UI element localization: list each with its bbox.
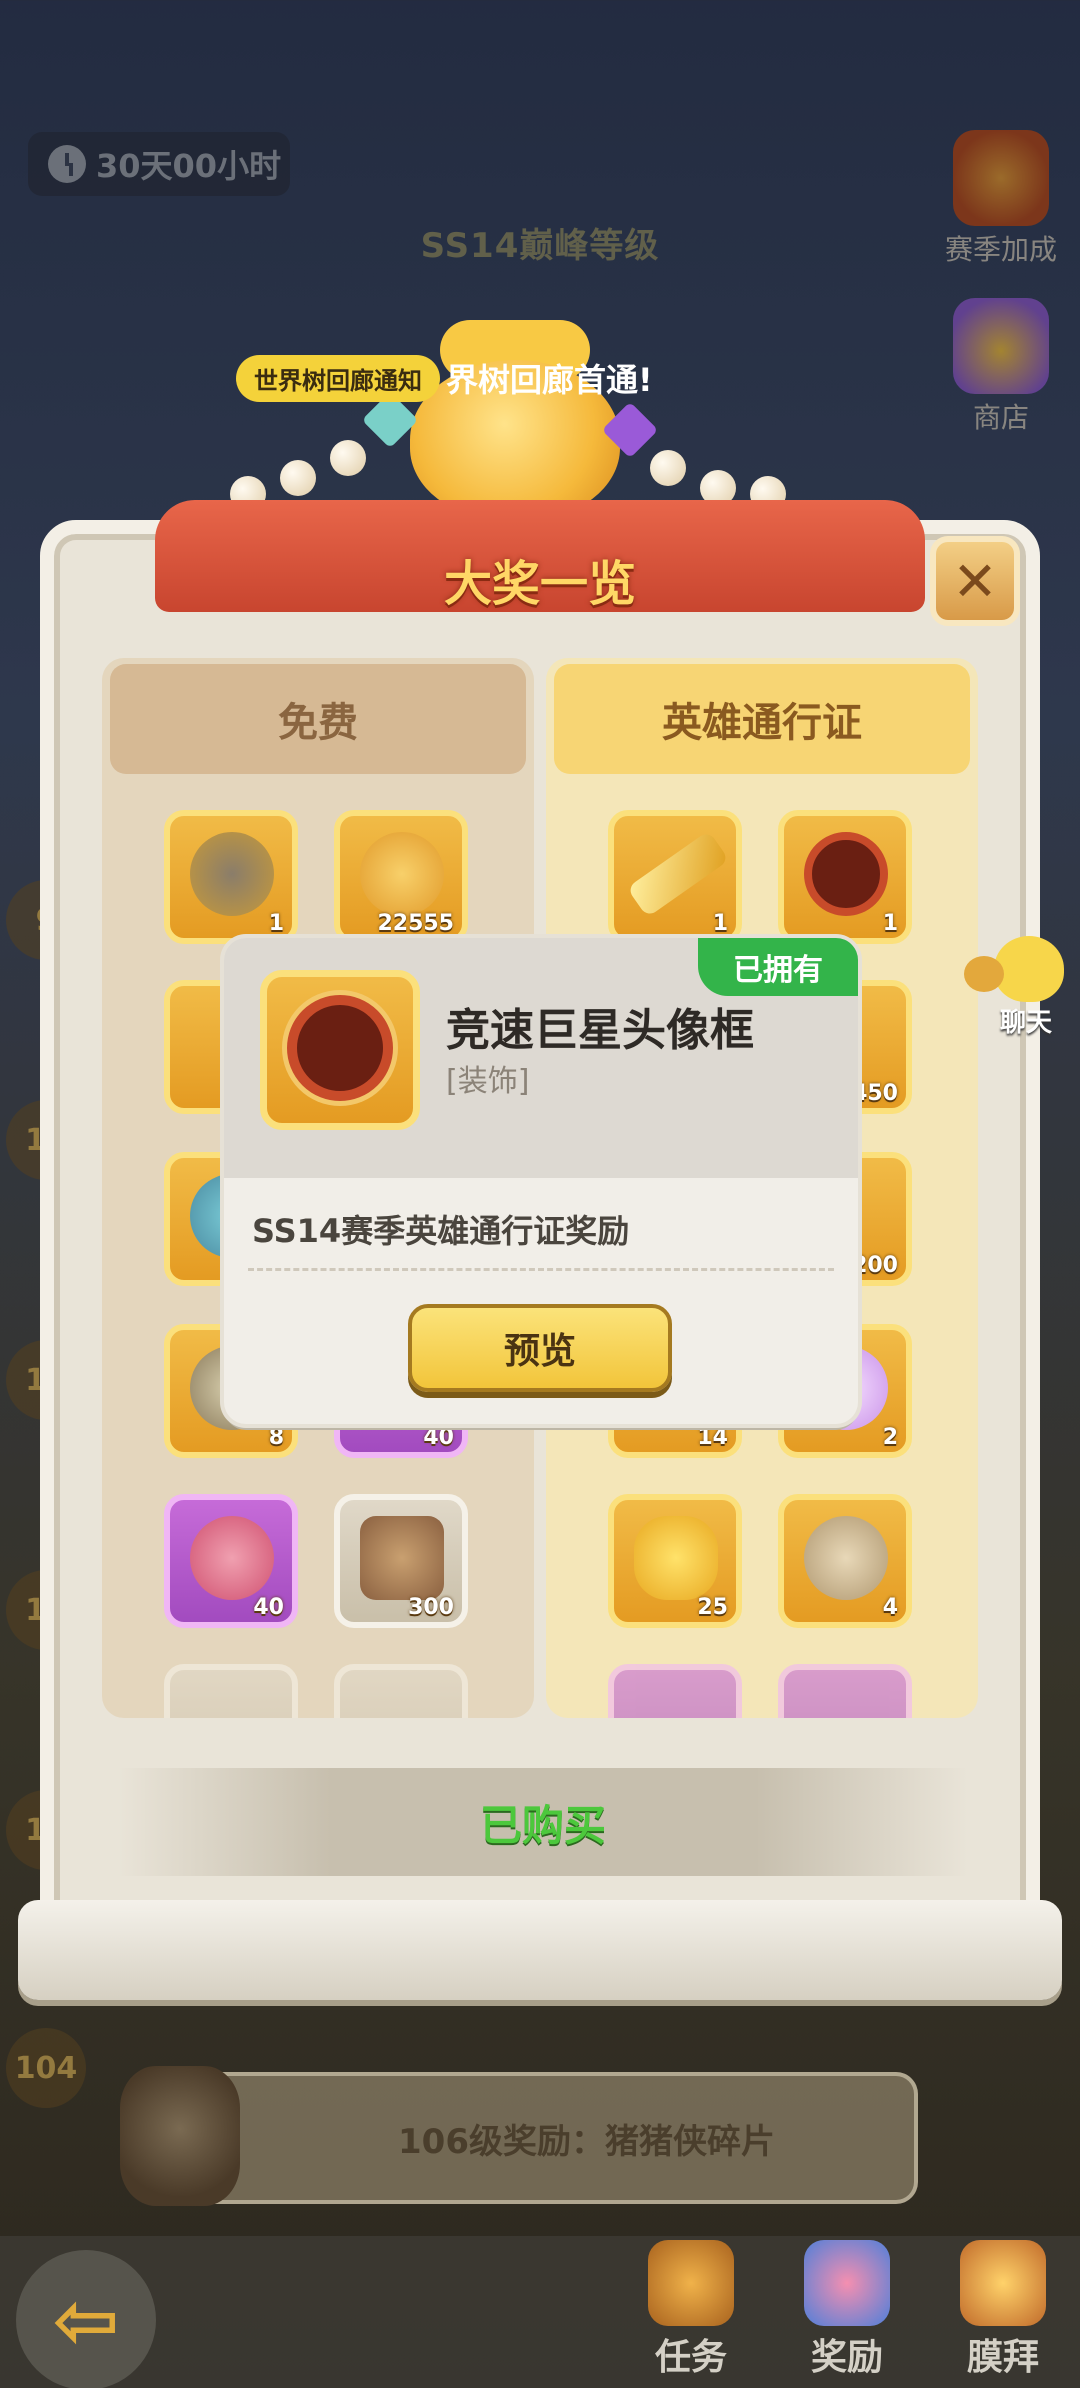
close-button[interactable]: ✕ bbox=[930, 536, 1020, 626]
level-reward-strip[interactable]: 106级奖励：猪猪侠碎片 bbox=[120, 2066, 918, 2206]
avatar-frame-icon bbox=[287, 995, 393, 1101]
free-header: 免费 bbox=[110, 664, 526, 774]
item-qty: 4 bbox=[882, 1595, 898, 1620]
reward-item[interactable]: 22555 bbox=[334, 810, 468, 944]
preview-button[interactable]: 预览 bbox=[408, 1304, 672, 1392]
item-qty: 8 bbox=[268, 1425, 284, 1450]
panel-base bbox=[18, 1900, 1062, 2000]
reward-item[interactable]: 25 bbox=[608, 1494, 742, 1628]
chat-bubble-icon bbox=[964, 936, 1064, 1002]
notice-tag: 世界树回廊通知 bbox=[236, 354, 440, 402]
item-qty: 200 bbox=[852, 1253, 898, 1278]
close-icon: ✕ bbox=[952, 549, 998, 613]
tab-worship[interactable]: 膜拜 bbox=[928, 2236, 1078, 2388]
reward-item[interactable]: 1 bbox=[164, 810, 298, 944]
item-qty: 25 bbox=[697, 1595, 728, 1620]
reward-item[interactable] bbox=[608, 1664, 742, 1718]
scroll-icon bbox=[360, 1516, 444, 1600]
tab-reward-label: 奖励 bbox=[810, 2337, 883, 2378]
tab-task[interactable]: 任务 bbox=[616, 2236, 766, 2388]
item-qty: 2 bbox=[882, 1425, 898, 1450]
radish-icon bbox=[634, 1516, 718, 1600]
item-qty: 40 bbox=[253, 1595, 284, 1620]
panel-title: 大奖一览 bbox=[443, 556, 636, 612]
pig-crystal-icon bbox=[190, 1516, 274, 1600]
coin-icon bbox=[360, 832, 444, 916]
item-qty: 14 bbox=[697, 1425, 728, 1450]
pass-header: 英雄通行证 bbox=[554, 664, 970, 774]
tab-worship-label: 膜拜 bbox=[966, 2337, 1039, 2378]
item-description: SS14赛季英雄通行证奖励 bbox=[252, 1212, 630, 1250]
item-qty: 40 bbox=[423, 1425, 454, 1450]
reward-item[interactable] bbox=[778, 1664, 912, 1718]
item-qty: 450 bbox=[852, 1081, 898, 1106]
item-type: [装饰] bbox=[446, 1064, 530, 1099]
reward-item[interactable]: 40 bbox=[164, 1494, 298, 1628]
chat-button[interactable]: 聊天 bbox=[964, 936, 1076, 1039]
pig-hero-icon bbox=[120, 2066, 240, 2206]
tab-task-label: 任务 bbox=[654, 2337, 727, 2378]
bust-statue-icon bbox=[804, 1516, 888, 1600]
owned-badge: 已拥有 bbox=[698, 938, 858, 996]
avatar-frame-icon bbox=[804, 832, 888, 916]
item-qty: 1 bbox=[712, 911, 728, 936]
back-button[interactable]: ⇦ bbox=[16, 2250, 156, 2388]
reward-item[interactable]: 300 bbox=[334, 1494, 468, 1628]
world-tree-notice: 世界树回廊通知 界树回廊首通! bbox=[236, 354, 653, 402]
item-qty: 1 bbox=[882, 911, 898, 936]
item-qty: 22555 bbox=[377, 911, 454, 936]
worship-icon bbox=[960, 2240, 1046, 2326]
notice-message: 界树回廊首通! bbox=[446, 361, 653, 399]
item-detail-popup: 已拥有 竞速巨星头像框 [装饰] SS14赛季英雄通行证奖励 预览 bbox=[224, 938, 858, 1424]
reward-item[interactable] bbox=[164, 1664, 298, 1718]
reward-item[interactable]: 1 bbox=[608, 810, 742, 944]
level-reward-text: 106级奖励：猪猪侠碎片 bbox=[398, 2121, 775, 2162]
reward-item[interactable]: 1 bbox=[778, 810, 912, 944]
reward-item[interactable]: 4 bbox=[778, 1494, 912, 1628]
sword-icon bbox=[626, 830, 730, 918]
chat-label: 聊天 bbox=[999, 1008, 1052, 1038]
gift-icon bbox=[804, 2240, 890, 2326]
popup-item-icon bbox=[260, 970, 420, 1130]
back-arrow-icon: ⇦ bbox=[52, 2273, 120, 2367]
medal-icon bbox=[190, 832, 274, 916]
treasure-bag-icon bbox=[230, 300, 786, 520]
tab-reward[interactable]: 奖励 bbox=[772, 2236, 922, 2388]
task-icon bbox=[648, 2240, 734, 2326]
divider bbox=[248, 1268, 834, 1271]
item-qty: 300 bbox=[408, 1595, 454, 1620]
item-name: 竞速巨星头像框 bbox=[446, 1005, 754, 1056]
purchased-label: 已购买 bbox=[118, 1768, 968, 1876]
reward-item[interactable] bbox=[334, 1664, 468, 1718]
item-qty: 1 bbox=[268, 911, 284, 936]
